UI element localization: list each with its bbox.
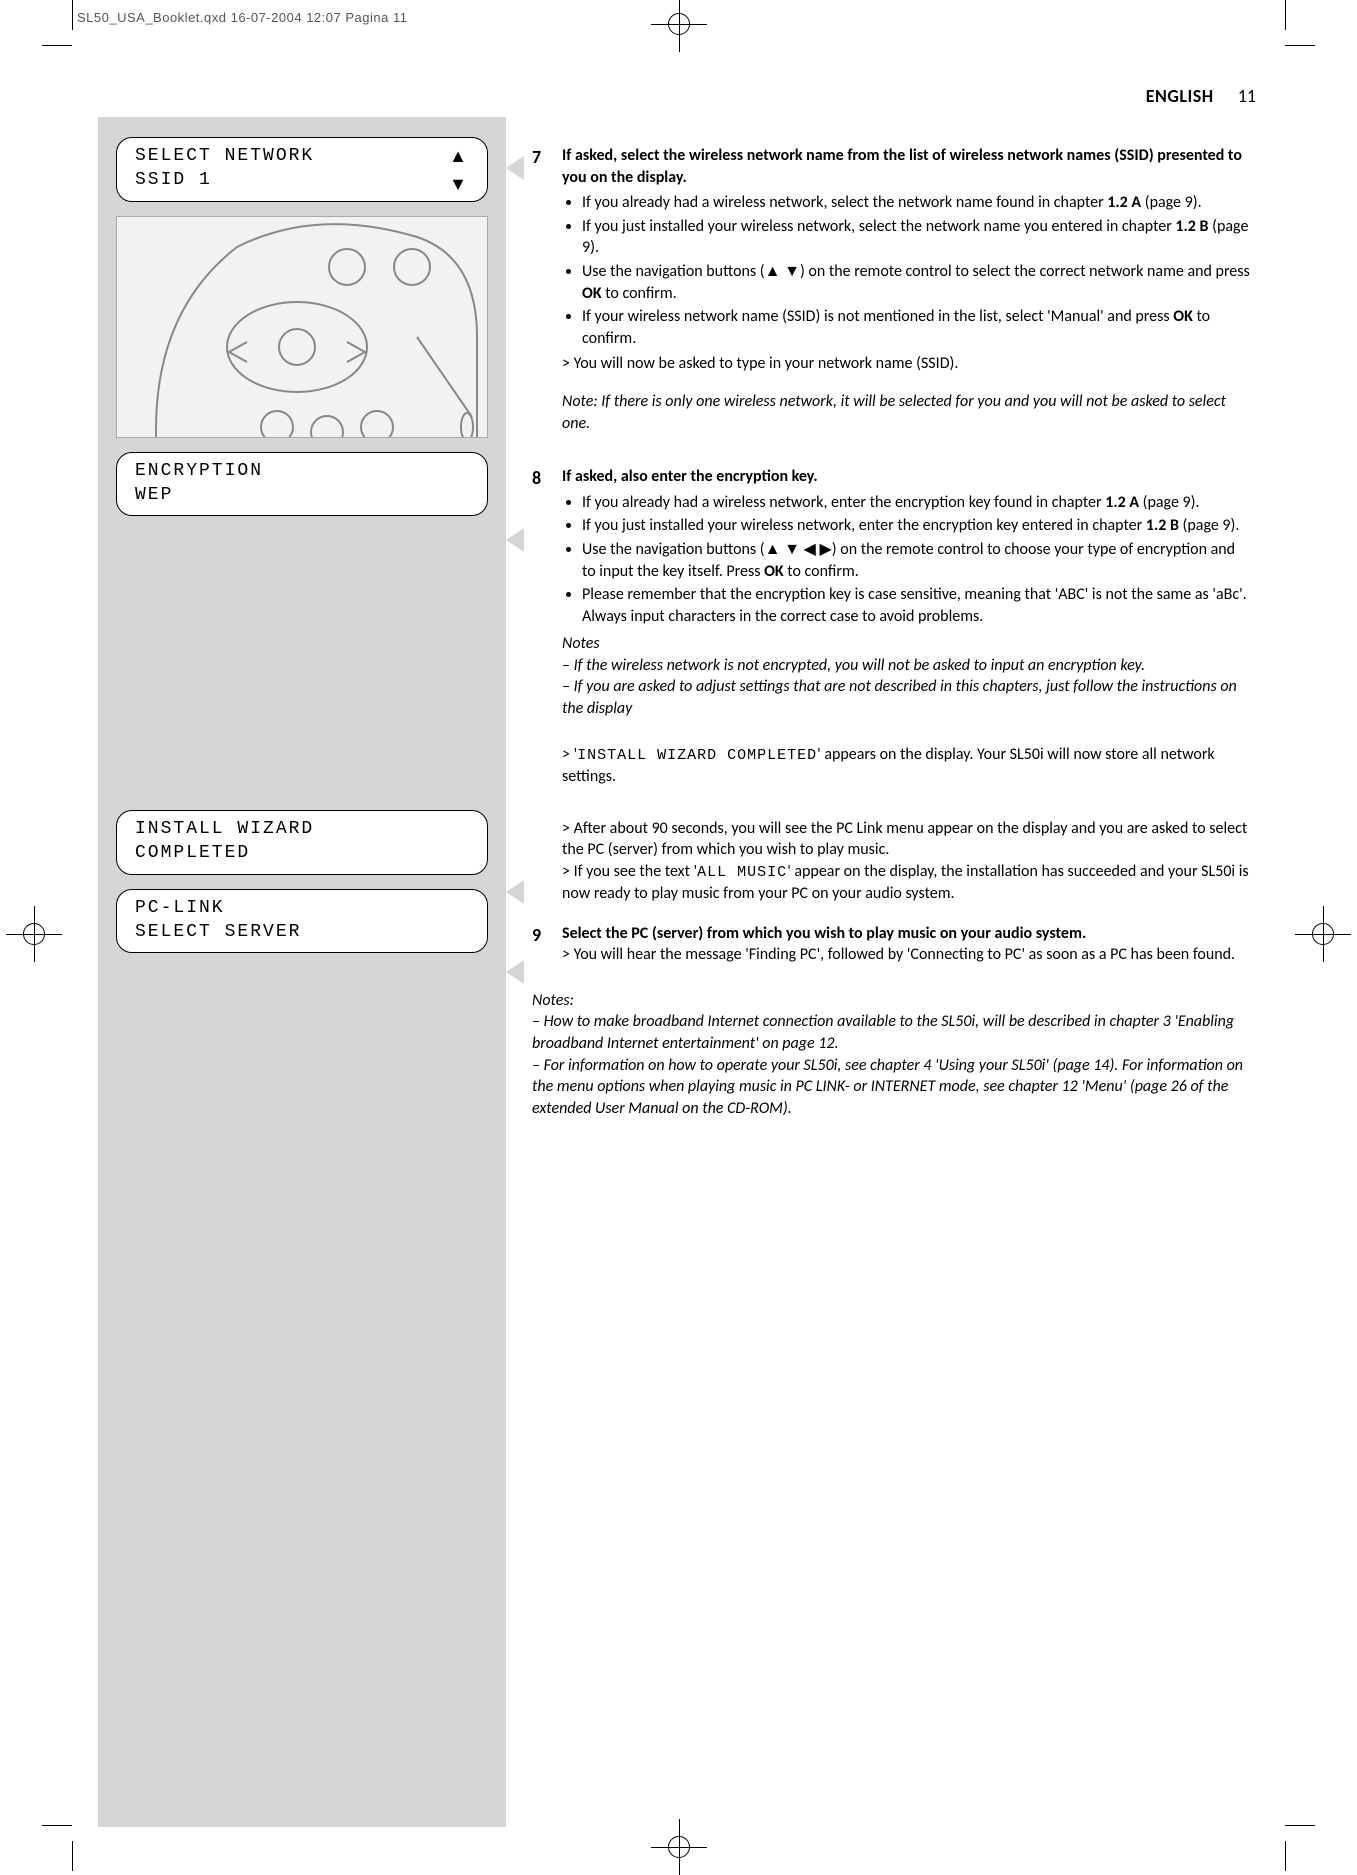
notes-heading: Notes <box>562 633 1252 655</box>
lcd-line: COMPLETED <box>135 841 469 865</box>
lcd-line: WEP <box>135 483 469 507</box>
note: – If you are asked to adjust settings th… <box>562 676 1252 719</box>
step-number: 9 <box>532 923 562 966</box>
lcd-select-network: ▲ ▼ SELECT NETWORK SSID 1 <box>116 137 488 202</box>
note: – How to make broadband Internet connect… <box>532 1011 1252 1054</box>
step-number: 7 <box>532 145 562 434</box>
language-label: ENGLISH <box>1146 85 1214 107</box>
lcd-pc-link: PC-LINK SELECT SERVER <box>116 889 488 954</box>
result-line: > After about 90 seconds, you will see t… <box>562 818 1252 861</box>
step-9: 9 Select the PC (server) from which you … <box>532 923 1252 966</box>
page-header: ENGLISH 11 <box>98 85 1256 107</box>
page-number: 11 <box>1238 85 1256 107</box>
step-lead: If asked, select the wireless network na… <box>562 145 1252 188</box>
result-line: > 'INSTALL WIZARD COMPLETED' appears on … <box>562 744 1252 788</box>
page: SL50_USA_Booklet.qxd 16-07-2004 12:07 Pa… <box>0 0 1357 1871</box>
lcd-install-wizard: INSTALL WIZARD COMPLETED <box>116 810 488 875</box>
bullet: Use the navigation buttons (▲ ▼) on the … <box>582 261 1252 304</box>
down-arrow-icon: ▼ <box>449 172 469 196</box>
footnotes: Notes: – How to make broadband Internet … <box>532 990 1252 1120</box>
bullet: If you just installed your wireless netw… <box>582 515 1252 537</box>
lcd-line: SSID 1 <box>135 168 469 192</box>
bullet: If your wireless network name (SSID) is … <box>582 306 1252 349</box>
step-lead: Select the PC (server) from which you wi… <box>562 923 1252 945</box>
illustration-column: ▲ ▼ SELECT NETWORK SSID 1 <box>98 117 506 1827</box>
note: – If the wireless network is not encrypt… <box>562 655 1252 677</box>
bullet: If you already had a wireless network, e… <box>582 492 1252 514</box>
lcd-line: PC-LINK <box>135 896 469 920</box>
result-line: > You will now be asked to type in your … <box>562 353 1252 375</box>
remote-control-illustration <box>116 216 488 438</box>
result-line: > If you see the text 'ALL MUSIC' appear… <box>562 861 1252 905</box>
slugline: SL50_USA_Booklet.qxd 16-07-2004 12:07 Pa… <box>77 10 407 25</box>
result-line: > You will hear the message 'Finding PC'… <box>562 944 1252 966</box>
main-text-column: 7 If asked, select the wireless network … <box>532 145 1252 1119</box>
bullet: Please remember that the encryption key … <box>582 584 1252 627</box>
note: Note: If there is only one wireless netw… <box>562 391 1252 434</box>
lcd-line: SELECT SERVER <box>135 920 469 944</box>
bullet: If you just installed your wireless netw… <box>582 216 1252 259</box>
notes-heading: Notes: <box>532 990 1252 1012</box>
bullet: If you already had a wireless network, s… <box>582 192 1252 214</box>
lcd-line: INSTALL WIZARD <box>135 817 469 841</box>
lcd-line: ENCRYPTION <box>135 459 469 483</box>
lcd-encryption: ENCRYPTION WEP <box>116 452 488 517</box>
up-arrow-icon: ▲ <box>449 144 469 168</box>
lcd-line: SELECT NETWORK <box>135 144 469 168</box>
step-7: 7 If asked, select the wireless network … <box>532 145 1252 434</box>
bullet: Use the navigation buttons (▲ ▼ ◀ ▶) on … <box>582 539 1252 582</box>
note: – For information on how to operate your… <box>532 1055 1252 1120</box>
step-number: 8 <box>532 466 562 904</box>
step-8: 8 If asked, also enter the encryption ke… <box>532 466 1252 904</box>
step-lead: If asked, also enter the encryption key. <box>562 466 1252 488</box>
